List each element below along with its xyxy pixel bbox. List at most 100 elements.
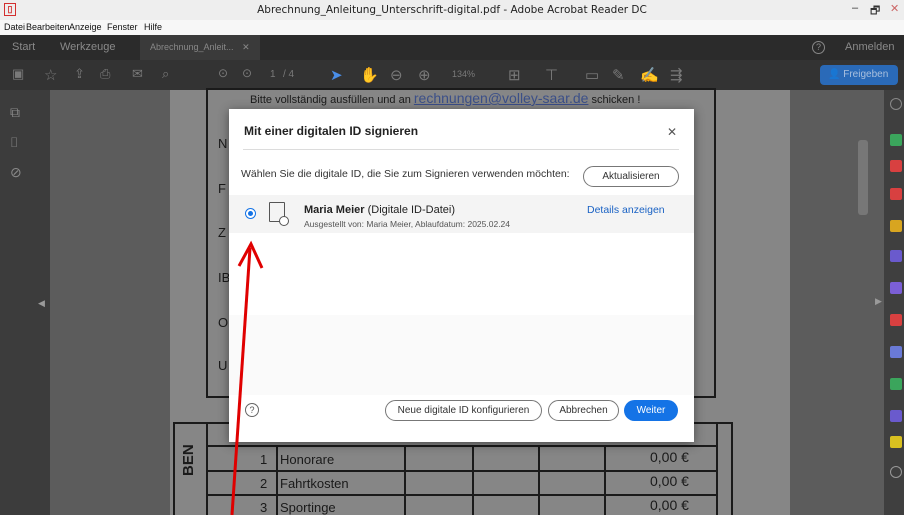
dialog-title: Mit einer digitalen ID signieren bbox=[244, 124, 419, 138]
window-title: Abrechnung_Anleitung_Unterschrift-digita… bbox=[257, 4, 647, 16]
protect-icon[interactable] bbox=[890, 346, 902, 358]
menu-bearbeiten[interactable]: Bearbeiten bbox=[26, 22, 70, 32]
search-tool-icon[interactable] bbox=[890, 98, 902, 110]
tab-document-label: Abrechnung_Anleit... bbox=[150, 42, 234, 52]
table-divider bbox=[206, 494, 716, 496]
tab-werkzeuge[interactable]: Werkzeuge bbox=[60, 41, 115, 53]
id-name: Maria Meier bbox=[304, 204, 365, 216]
row-number: 3 bbox=[260, 500, 268, 515]
menu-fenster[interactable]: Fenster bbox=[107, 22, 138, 32]
comment-tool-icon[interactable] bbox=[890, 220, 902, 232]
compress-icon[interactable] bbox=[890, 378, 902, 390]
collapse-right-icon[interactable]: ▶ bbox=[875, 296, 882, 307]
right-tools-panel bbox=[884, 90, 904, 515]
attachment-icon[interactable]: ⊘ bbox=[10, 164, 22, 181]
table-divider bbox=[716, 422, 718, 515]
menu-bar: Datei Bearbeiten Anzeige Fenster Hilfe bbox=[0, 20, 904, 35]
create-pdf-icon[interactable] bbox=[890, 160, 902, 172]
edit-pdf-icon[interactable] bbox=[890, 188, 902, 200]
tab-close-icon[interactable]: ✕ bbox=[242, 42, 250, 52]
tab-document[interactable]: Abrechnung_Anleit... ✕ bbox=[140, 35, 260, 60]
id-radio-selected[interactable] bbox=[245, 208, 256, 219]
fill-sign-icon[interactable] bbox=[890, 410, 902, 422]
row-number: 2 bbox=[260, 476, 268, 491]
dialog-close-icon[interactable]: ✕ bbox=[667, 125, 677, 139]
field-letter: Z bbox=[218, 225, 226, 240]
menu-hilfe[interactable]: Hilfe bbox=[144, 22, 162, 32]
highlight-icon[interactable]: ✎ bbox=[612, 66, 625, 84]
fit-page-icon[interactable]: ⊞ bbox=[508, 66, 521, 84]
page-total: / 4 bbox=[283, 69, 295, 80]
vertical-scrollbar[interactable] bbox=[858, 140, 868, 215]
tab-start[interactable]: Start bbox=[12, 41, 35, 53]
search-icon[interactable]: ⌕ bbox=[162, 66, 169, 82]
details-link[interactable]: Details anzeigen bbox=[587, 204, 665, 216]
row-label: Sportinge bbox=[280, 500, 336, 515]
dialog-empty-area bbox=[229, 315, 694, 395]
field-letter: F bbox=[218, 181, 226, 196]
tab-bar: Start Werkzeuge Abrechnung_Anleit... ✕ ?… bbox=[0, 35, 904, 60]
table-divider bbox=[404, 445, 406, 515]
print-icon[interactable]: ⎙ bbox=[100, 66, 110, 82]
create-icon[interactable]: ▣ bbox=[12, 66, 24, 82]
login-link[interactable]: Anmelden bbox=[845, 41, 895, 53]
minimize-button[interactable]: – bbox=[852, 2, 858, 14]
cancel-button[interactable]: Abbrechen bbox=[548, 400, 619, 421]
page-down-icon[interactable]: ⊙ bbox=[242, 66, 252, 80]
comment-icon[interactable]: ▭ bbox=[585, 66, 599, 84]
share-label: Freigeben bbox=[843, 69, 889, 80]
combine-icon[interactable] bbox=[890, 250, 902, 262]
hand-icon[interactable]: ✋ bbox=[360, 66, 379, 84]
collapse-left-icon[interactable]: ◀ bbox=[38, 298, 45, 309]
sign-icon[interactable]: ✍ bbox=[640, 66, 659, 84]
menu-datei[interactable]: Datei bbox=[4, 22, 25, 32]
page-number-input[interactable]: 1 bbox=[270, 69, 276, 80]
row-number: 1 bbox=[260, 452, 268, 467]
select-cursor-icon[interactable]: ➤ bbox=[330, 66, 343, 84]
digital-id-list: Maria Meier (Digitale ID-Datei) Ausgeste… bbox=[229, 195, 694, 315]
share-user-icon: 👤 bbox=[828, 69, 841, 80]
more-icon[interactable] bbox=[890, 466, 902, 478]
close-window-button[interactable]: ✕ bbox=[890, 2, 899, 15]
table-divider bbox=[206, 445, 716, 447]
continue-button[interactable]: Weiter bbox=[624, 400, 678, 421]
table-divider bbox=[538, 445, 540, 515]
dialog-divider bbox=[243, 149, 679, 150]
menu-anzeige[interactable]: Anzeige bbox=[69, 22, 102, 32]
field-letter: O bbox=[218, 315, 229, 330]
toolbar: ▣ ☆ ⇪ ⎙ ✉ ⌕ ⊙ ⊙ 1 / 4 ➤ ✋ ⊖ ⊕ 134% ⊞ ⊤ ▭… bbox=[0, 60, 904, 90]
pages-icon[interactable]: ⧉ bbox=[10, 104, 20, 121]
field-letter: U bbox=[218, 358, 228, 373]
row-label: Fahrtkosten bbox=[280, 476, 349, 491]
more-tools-icon[interactable]: ⇶ bbox=[670, 66, 683, 84]
read-mode-icon[interactable]: ⊤ bbox=[545, 66, 558, 84]
digital-id-row[interactable]: Maria Meier (Digitale ID-Datei) Ausgeste… bbox=[229, 195, 694, 233]
table-divider bbox=[604, 445, 606, 515]
mail-icon[interactable]: ✉ bbox=[132, 66, 143, 82]
zoom-out-icon[interactable]: ⊖ bbox=[390, 66, 403, 84]
organize-icon[interactable] bbox=[890, 282, 902, 294]
export-pdf-icon[interactable] bbox=[890, 134, 902, 146]
configure-digital-id-button[interactable]: Neue digitale ID konfigurieren bbox=[385, 400, 542, 421]
zoom-in-icon[interactable]: ⊕ bbox=[418, 66, 431, 84]
dialog-prompt: Wählen Sie die digitale ID, die Sie zum … bbox=[241, 168, 570, 180]
dialog-help-icon[interactable]: ? bbox=[245, 403, 259, 417]
row-value[interactable]: 0,00 € bbox=[650, 497, 689, 513]
refresh-button[interactable]: Aktualisieren bbox=[583, 166, 679, 187]
row-value[interactable]: 0,00 € bbox=[650, 473, 689, 489]
table-divider bbox=[206, 422, 208, 515]
help-icon[interactable]: ? bbox=[812, 41, 825, 54]
page-up-icon[interactable]: ⊙ bbox=[218, 66, 228, 80]
star-icon[interactable]: ☆ bbox=[44, 66, 57, 84]
zoom-level[interactable]: 134% bbox=[452, 69, 475, 79]
share-button[interactable]: 👤 Freigeben bbox=[820, 65, 898, 85]
row-value[interactable]: 0,00 € bbox=[650, 449, 689, 465]
table-divider bbox=[276, 445, 278, 515]
bookmark-icon[interactable]: ⌷ bbox=[10, 134, 18, 151]
upload-icon[interactable]: ⇪ bbox=[74, 66, 85, 82]
redact-icon[interactable] bbox=[890, 314, 902, 326]
maximize-button[interactable]: 🗗 bbox=[870, 2, 880, 21]
table-divider bbox=[206, 470, 716, 472]
send-icon[interactable] bbox=[890, 436, 902, 448]
sign-with-digital-id-dialog: Mit einer digitalen ID signieren ✕ Wähle… bbox=[229, 109, 694, 442]
